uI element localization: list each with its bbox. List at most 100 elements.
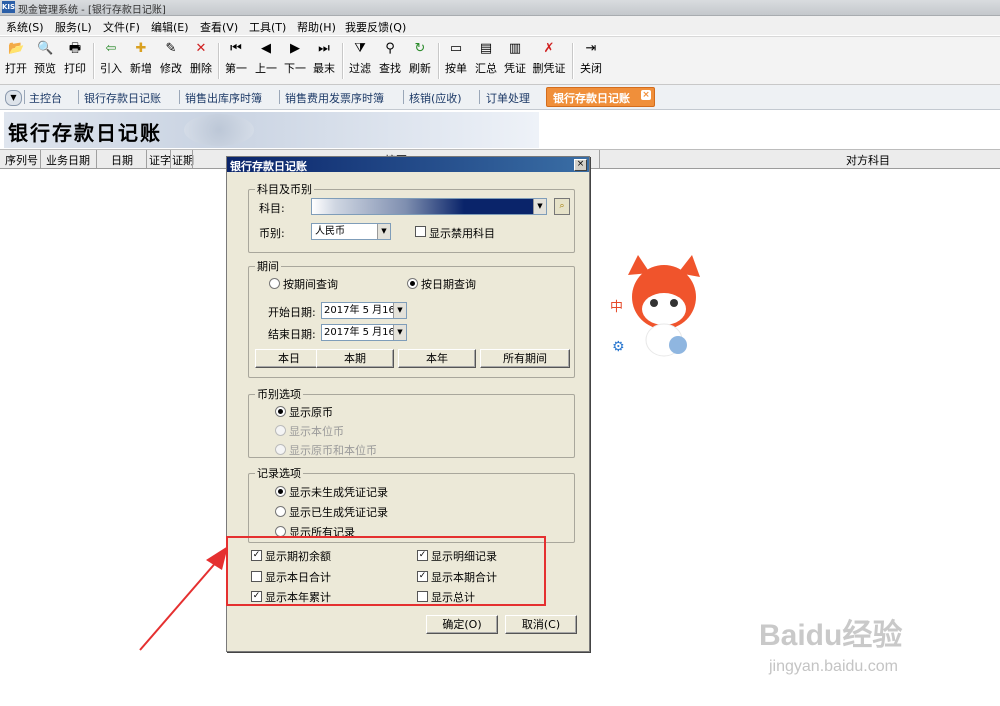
delete-voucher-button[interactable]: ✗ 删凭证 (531, 41, 567, 76)
today-button[interactable]: 本日 (255, 349, 323, 368)
import-icon: ⇦ (105, 41, 117, 56)
toolbar: 📂 打开 🔍 预览 🖶 打印 ⇦ 引入 ✚ 新增 ✎ 修改 ✕ 删除 ⏮ 第一 ◀ 上一 ▶ 下一 … (0, 36, 1000, 85)
col-voucher-word[interactable]: 证字 (149, 152, 171, 168)
summary-button[interactable]: ▤ 汇总 (474, 41, 498, 76)
svg-text:⚙: ⚙ (612, 339, 625, 355)
cancel-button[interactable]: 取消(C) (505, 615, 577, 634)
highlight-box (226, 536, 546, 606)
subject-group-legend: 科目及币别 (257, 183, 312, 196)
show-original-label: 显示原币 (289, 406, 333, 419)
this-period-button[interactable]: 本期 (316, 349, 394, 368)
prev-button[interactable]: ◀ 上一 (254, 41, 278, 76)
by-period-label: 按期间查询 (283, 278, 338, 291)
menu-service[interactable]: 服务(L) (55, 19, 92, 35)
close-button[interactable]: ⇥ 关闭 (579, 41, 603, 76)
by-date-label: 按日期查询 (421, 278, 476, 291)
voucher-button[interactable]: ▥ 凭证 (503, 41, 527, 76)
toolbar-separator (342, 43, 344, 79)
tab-writeoff[interactable]: 核销(应收) (409, 90, 462, 106)
tab-orders[interactable]: 订单处理 (486, 90, 530, 106)
all-periods-button[interactable]: 所有期间 (480, 349, 570, 368)
menu-help[interactable]: 帮助(H) (297, 19, 336, 35)
show-disabled-label: 显示禁用科目 (429, 227, 495, 240)
dialog-title-bar: 银行存款日记账 × (227, 157, 589, 173)
this-year-button[interactable]: 本年 (398, 349, 476, 368)
printer-icon: 🖶 (68, 41, 82, 56)
menu-feedback[interactable]: 我要反馈(Q) (345, 19, 406, 35)
binoculars-icon: ⚲ (385, 41, 395, 56)
menu-tools[interactable]: 工具(T) (249, 19, 286, 35)
last-icon: ⏭ (318, 41, 330, 56)
open-button[interactable]: 📂 打开 (5, 41, 27, 76)
menu-view[interactable]: 查看(V) (200, 19, 238, 35)
menu-system[interactable]: 系统(S) (6, 19, 44, 35)
tab-bank-journal[interactable]: 银行存款日记账 (84, 90, 161, 106)
menu-bar: 系统(S) 服务(L) 文件(F) 编辑(E) 查看(V) 工具(T) 帮助(H… (0, 16, 1000, 35)
chevron-down-icon[interactable]: ▼ (5, 90, 22, 106)
by-period-radio[interactable] (269, 278, 280, 289)
show-both-radio[interactable] (275, 444, 286, 455)
filter-button[interactable]: ⧩ 过滤 (348, 41, 372, 76)
by-date-radio[interactable] (407, 278, 418, 289)
voucher-icon: ▥ (508, 41, 522, 56)
col-business-date[interactable]: 业务日期 (46, 152, 90, 168)
show-disabled-checkbox[interactable] (415, 226, 426, 237)
record-options-legend: 记录选项 (257, 467, 301, 480)
title-bar: KIS 现金管理系统 - [银行存款日记账] (0, 0, 1000, 16)
tab-bar: ▼ 主控台 银行存款日记账 销售出库序时簿 销售费用发票序时簿 核销(应收) 订… (0, 85, 1000, 110)
end-date-picker[interactable]: 2017年 5 月16日 ▼ (321, 324, 407, 341)
find-button[interactable]: ⚲ 查找 (378, 41, 402, 76)
tab-sales-invoice[interactable]: 销售费用发票序时簿 (285, 90, 384, 106)
ok-button[interactable]: 确定(O) (426, 615, 498, 634)
window-title: 现金管理系统 - [银行存款日记账] (18, 5, 166, 16)
start-date-picker[interactable]: 2017年 5 月16日 ▼ (321, 302, 407, 319)
watermark: Baidu经验 jingyan.baidu.com (759, 619, 903, 675)
next-button[interactable]: ▶ 下一 (283, 41, 307, 76)
tab-sales-outbound[interactable]: 销售出库序时簿 (185, 90, 262, 106)
delete-icon: ✕ (195, 41, 207, 56)
preview-button[interactable]: 🔍 预览 (34, 41, 56, 76)
posted-records-radio[interactable] (275, 506, 286, 517)
close-icon[interactable]: × (574, 159, 587, 171)
start-date-label: 开始日期: (268, 306, 316, 319)
col-date[interactable]: 日期 (111, 152, 133, 168)
tab-bank-journal-active[interactable]: 银行存款日记账 × (546, 87, 655, 107)
menu-file[interactable]: 文件(F) (103, 19, 140, 35)
preview-icon: 🔍 (37, 41, 54, 56)
col-serial[interactable]: 序列号 (5, 152, 38, 168)
show-base-radio[interactable] (275, 425, 286, 436)
toolbar-separator (93, 43, 95, 79)
close-icon[interactable]: × (641, 90, 651, 100)
last-button[interactable]: ⏭ 最末 (312, 41, 336, 76)
currency-select[interactable]: 人民币 ▼ (311, 223, 391, 240)
print-button[interactable]: 🖶 打印 (63, 41, 87, 76)
unposted-records-radio[interactable] (275, 486, 286, 497)
mascot-image: 中 ⚙ (608, 255, 718, 365)
edit-button[interactable]: ✎ 修改 (158, 41, 184, 76)
folder-icon: 📂 (8, 41, 25, 56)
subject-group: 科目及币别 (248, 181, 575, 253)
toolbar-separator (438, 43, 440, 79)
show-base-label: 显示本位币 (289, 425, 344, 438)
show-original-radio[interactable] (275, 406, 286, 417)
subject-lookup-button[interactable]: ⌕ (554, 198, 570, 215)
first-button[interactable]: ⏮ 第一 (224, 41, 248, 76)
unposted-records-label: 显示未生成凭证记录 (289, 486, 388, 499)
dialog-title: 银行存款日记账 (230, 160, 307, 173)
col-counter-account[interactable]: 对方科目 (846, 152, 890, 168)
refresh-button[interactable]: ↻ 刷新 (408, 41, 432, 76)
new-icon: ✚ (135, 41, 147, 56)
col-voucher-period[interactable]: 证期 (172, 152, 194, 168)
currency-options-legend: 币别选项 (257, 388, 301, 401)
tab-console[interactable]: 主控台 (29, 90, 62, 106)
new-button[interactable]: ✚ 新增 (128, 41, 154, 76)
show-both-label: 显示原币和本位币 (289, 444, 377, 457)
subject-select[interactable]: ▼ (311, 198, 547, 215)
banner-decoration (184, 114, 254, 146)
delete-button[interactable]: ✕ 删除 (188, 41, 214, 76)
menu-edit[interactable]: 编辑(E) (151, 19, 189, 35)
svg-text:中: 中 (610, 300, 623, 315)
import-button[interactable]: ⇦ 引入 (99, 41, 123, 76)
delete-voucher-icon: ✗ (543, 41, 555, 56)
by-doc-button[interactable]: ▭ 按单 (444, 41, 468, 76)
